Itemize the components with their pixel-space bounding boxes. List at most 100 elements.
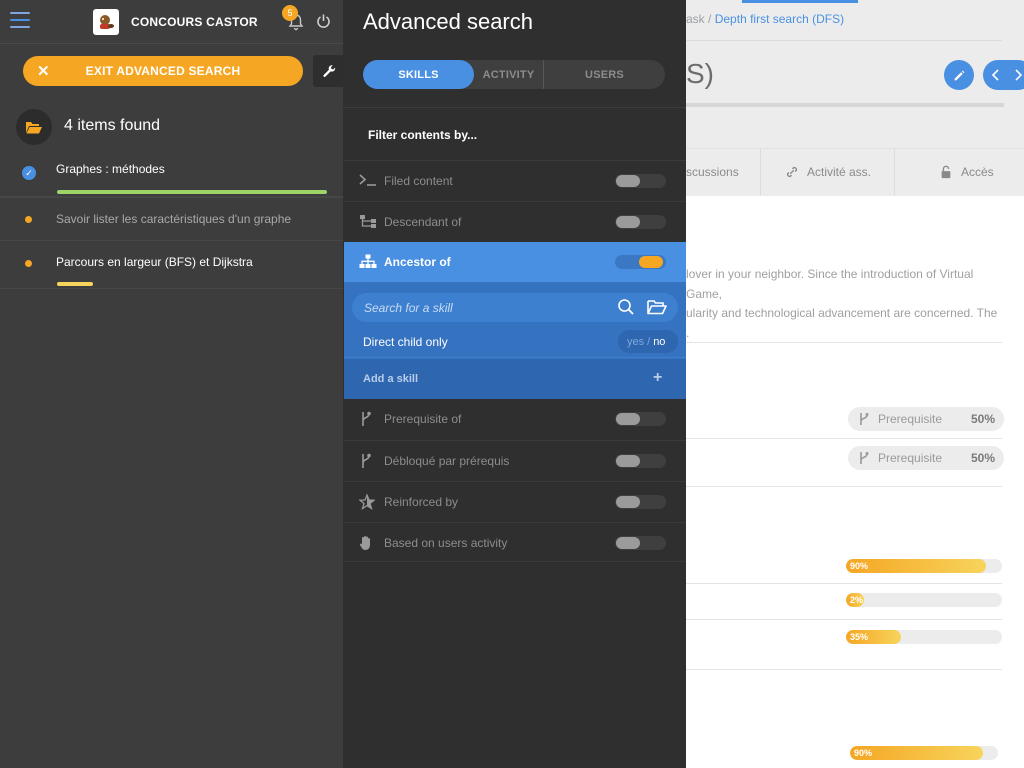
- ancestor-filter-options: Search for a skill Direct child only yes…: [344, 282, 686, 399]
- breadcrumb: ask / Depth first search (DFS): [686, 12, 844, 26]
- filter-based-on-users-activity[interactable]: Based on users activity: [344, 522, 686, 562]
- tab-activite-ass[interactable]: Activité ass.: [760, 149, 894, 195]
- filter-toggle[interactable]: [615, 215, 666, 229]
- divider: [686, 40, 1002, 41]
- tab-skills[interactable]: SKILLS: [363, 60, 474, 89]
- description-line: .: [686, 325, 690, 340]
- exit-label: EXIT ADVANCED SEARCH: [85, 64, 241, 78]
- list-item[interactable]: Parcours en largeur (BFS) et Dijkstra: [0, 241, 343, 289]
- chevron-left-icon[interactable]: [991, 69, 1001, 81]
- search-type-tabs: SKILLS ACTIVITY USERS: [363, 60, 665, 89]
- item-label: Graphes : méthodes: [56, 162, 165, 176]
- divider: [686, 619, 1002, 620]
- filter-toggle[interactable]: [615, 454, 666, 468]
- filter-label: Filed content: [384, 174, 453, 188]
- castor-logo[interactable]: [93, 9, 119, 35]
- prerequisite-percent: 50%: [970, 412, 995, 426]
- link-icon: [786, 166, 798, 178]
- terminal-icon: [359, 173, 377, 189]
- item-nav-buttons[interactable]: [983, 60, 1024, 90]
- filter-label: Based on users activity: [384, 536, 508, 550]
- search-icon[interactable]: [617, 298, 635, 316]
- breadcrumb-current[interactable]: Depth first search (DFS): [715, 12, 844, 26]
- tab-discussions[interactable]: scussions: [686, 149, 760, 195]
- breadcrumb-prefix[interactable]: ask: [686, 12, 705, 26]
- skill-search-input[interactable]: Search for a skill: [352, 293, 678, 322]
- no-option[interactable]: no: [653, 336, 665, 348]
- divider: [686, 583, 1002, 584]
- tab-label: Activité ass.: [807, 165, 872, 179]
- content-tabs: scussions Activité ass. Accès: [686, 148, 1024, 195]
- direct-child-label: Direct child only: [363, 335, 448, 349]
- score-bar: 90%: [846, 559, 1002, 573]
- filter-descendant-of[interactable]: Descendant of: [344, 201, 686, 241]
- filter-label: Débloqué par prérequis: [384, 454, 510, 468]
- page-title: S): [686, 58, 714, 89]
- plus-icon: +: [653, 369, 663, 386]
- divider: [686, 486, 1002, 487]
- score-fill: 90%: [846, 559, 986, 573]
- panel-title: Advanced search: [363, 9, 533, 34]
- filter-prerequisite-of[interactable]: Prerequisite of: [344, 399, 686, 439]
- notification-count-badge: 5: [282, 5, 298, 21]
- yes-no-separator: /: [647, 335, 651, 348]
- brand-name: CONCOURS CASTOR: [131, 15, 258, 29]
- results-count: 4 items found: [64, 117, 161, 134]
- description-text: lover in your neighbor. Since the introd…: [686, 265, 1002, 343]
- filter-toggle[interactable]: [615, 174, 666, 188]
- filter-label: Ancestor of: [384, 255, 451, 269]
- branch-icon: [359, 453, 377, 469]
- breadcrumb-separator: /: [708, 12, 712, 26]
- logout-button[interactable]: [316, 13, 332, 31]
- description-line: lover in your neighbor. Since the introd…: [686, 267, 974, 301]
- tab-label: scussions: [686, 165, 739, 179]
- list-item[interactable]: ✓ Graphes : méthodes: [0, 151, 343, 197]
- filter-ancestor-of[interactable]: Ancestor of: [344, 242, 686, 282]
- filter-toggle[interactable]: [615, 255, 666, 269]
- filter-toggle[interactable]: [615, 495, 666, 509]
- chevron-right-icon[interactable]: [1013, 69, 1023, 81]
- open-folder-icon[interactable]: [647, 298, 667, 316]
- advanced-search-toggle[interactable]: [313, 55, 345, 87]
- exit-advanced-search-button[interactable]: ✕ EXIT ADVANCED SEARCH: [23, 56, 303, 86]
- score-fill: 90%: [850, 746, 983, 760]
- menu-icon[interactable]: [10, 12, 30, 30]
- divider: [686, 438, 1002, 439]
- item-progress: [57, 190, 327, 194]
- filter-reinforced-by[interactable]: Reinforced by: [344, 481, 686, 521]
- score-fill: 2%: [846, 593, 864, 607]
- filter-toggle[interactable]: [615, 412, 666, 426]
- status-dot-icon: [25, 260, 32, 267]
- add-skill-label: Add a skill: [363, 373, 419, 385]
- filter-label: Reinforced by: [384, 495, 459, 509]
- prerequisite-badge[interactable]: Prerequisite 50%: [848, 446, 1004, 470]
- list-item[interactable]: Savoir lister les caractéristiques d'un …: [0, 197, 343, 241]
- pencil-icon: [954, 70, 964, 80]
- notifications-button[interactable]: 5: [282, 5, 304, 31]
- tab-acces[interactable]: Accès: [894, 149, 1024, 195]
- score-fill: 35%: [846, 630, 901, 644]
- item-label: Parcours en largeur (BFS) et Dijkstra: [56, 255, 253, 269]
- toggle-knob: [616, 175, 640, 187]
- yes-option[interactable]: yes: [627, 336, 644, 348]
- close-icon: ✕: [37, 63, 50, 80]
- search-placeholder: Search for a skill: [364, 301, 453, 315]
- filter-debloque-par-prerequis[interactable]: Débloqué par prérequis: [344, 440, 686, 480]
- tab-users[interactable]: USERS: [544, 60, 665, 89]
- divider: [343, 107, 686, 108]
- add-skill-button[interactable]: Add a skill +: [344, 359, 686, 399]
- star-icon: [358, 493, 377, 511]
- filter-label: Prerequisite of: [384, 412, 462, 426]
- branch-icon: [359, 411, 377, 427]
- toggle-knob: [616, 413, 640, 425]
- edit-button[interactable]: [944, 60, 974, 90]
- direct-child-toggle[interactable]: yes / no: [618, 330, 678, 353]
- filter-heading: Filter contents by...: [368, 128, 478, 142]
- wrench-icon: [322, 64, 335, 77]
- filter-toggle[interactable]: [615, 536, 666, 550]
- prerequisite-badge[interactable]: Prerequisite 50%: [848, 407, 1004, 431]
- active-indicator: [742, 0, 858, 3]
- tab-activity[interactable]: ACTIVITY: [474, 60, 544, 89]
- filter-filed-content[interactable]: Filed content: [344, 160, 686, 200]
- advanced-search-panel: Advanced search SKILLS ACTIVITY USERS Fi…: [343, 0, 686, 768]
